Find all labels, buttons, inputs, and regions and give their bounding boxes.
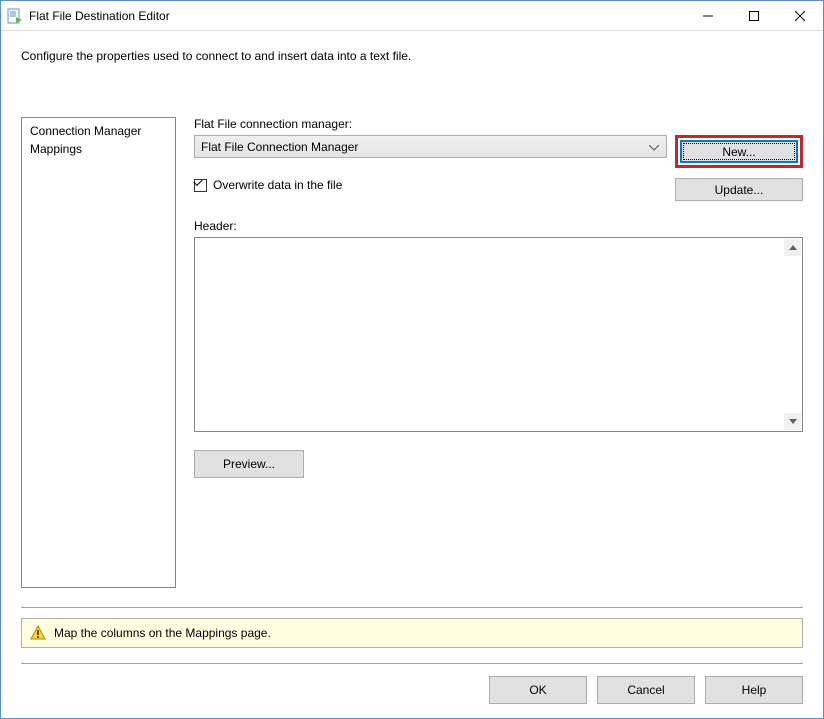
maximize-button[interactable] <box>731 1 777 31</box>
scroll-down-icon[interactable] <box>784 413 801 430</box>
update-button[interactable]: Update... <box>675 178 803 201</box>
divider <box>21 663 803 664</box>
cancel-button[interactable]: Cancel <box>597 676 695 704</box>
connection-manager-label: Flat File connection manager: <box>194 117 803 131</box>
minimize-button[interactable] <box>685 1 731 31</box>
warning-icon <box>30 625 46 641</box>
header-label: Header: <box>194 219 803 233</box>
chevron-down-icon <box>646 140 662 154</box>
app-icon <box>7 8 23 24</box>
sidebar-item-connection-manager[interactable]: Connection Manager <box>22 122 175 140</box>
update-button-label: Update... <box>715 183 764 197</box>
connection-manager-select[interactable]: Flat File Connection Manager <box>194 135 667 158</box>
header-textarea[interactable] <box>194 237 803 432</box>
page-navigator: Connection Manager Mappings <box>21 117 176 588</box>
overwrite-label: Overwrite data in the file <box>213 178 342 192</box>
close-button[interactable] <box>777 1 823 31</box>
ok-button-label: OK <box>529 683 546 697</box>
sidebar-item-mappings[interactable]: Mappings <box>22 140 175 158</box>
help-button[interactable]: Help <box>705 676 803 704</box>
titlebar: Flat File Destination Editor <box>1 1 823 31</box>
new-button-highlight: New... <box>675 135 803 168</box>
status-bar: Map the columns on the Mappings page. <box>21 618 803 648</box>
cancel-button-label: Cancel <box>627 683 664 697</box>
status-message: Map the columns on the Mappings page. <box>54 626 271 640</box>
ok-button[interactable]: OK <box>489 676 587 704</box>
divider <box>21 607 803 608</box>
preview-button[interactable]: Preview... <box>194 450 304 478</box>
checkbox-box <box>194 179 207 192</box>
overwrite-checkbox[interactable]: Overwrite data in the file <box>194 178 342 192</box>
help-button-label: Help <box>742 683 767 697</box>
description-text: Configure the properties used to connect… <box>1 31 823 63</box>
new-button[interactable]: New... <box>680 140 798 163</box>
connection-manager-selected: Flat File Connection Manager <box>201 140 358 154</box>
new-button-label: New... <box>722 145 755 159</box>
window-title: Flat File Destination Editor <box>29 9 170 23</box>
preview-button-label: Preview... <box>223 457 275 471</box>
dialog-buttons: OK Cancel Help <box>489 676 803 704</box>
scroll-up-icon[interactable] <box>784 239 801 256</box>
